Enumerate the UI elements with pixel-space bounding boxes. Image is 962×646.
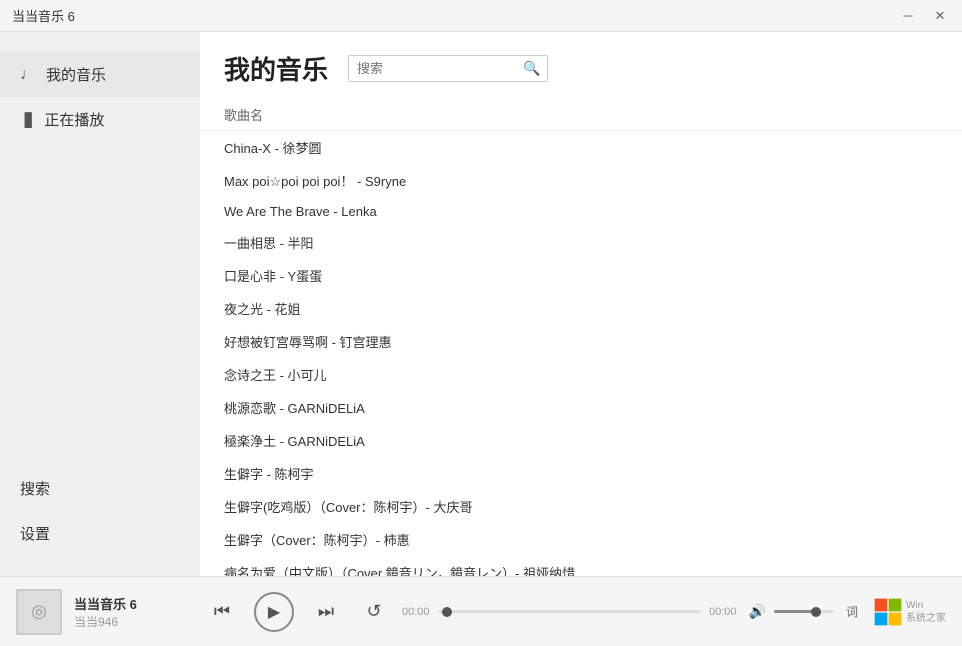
sidebar-item-label-my-music: 我的音乐 (46, 64, 106, 85)
page-title: 我的音乐 (224, 50, 328, 87)
list-item[interactable]: 生僻字(吃鸡版）（Cover：陈柯宇）- 大庆哥 (200, 490, 962, 523)
content-header: 我的音乐 🔍 (200, 32, 962, 99)
list-item[interactable]: 夜之光 - 花姐 (200, 292, 962, 325)
title-bar: 当当音乐 6 ─ ✕ (0, 0, 962, 32)
main-container: ♩ 我的音乐 ▐▌ 正在播放 搜索 设置 我的音乐 🔍 歌曲名 (0, 32, 962, 576)
progress-area: 00:00 00:00 (402, 606, 737, 618)
list-item[interactable]: Max poi☆poi poi poi！ - S9ryne (200, 164, 962, 197)
sidebar-item-label-settings: 设置 (20, 523, 50, 544)
player-controls: ⏮ ▶ ⏭ ↺ (206, 592, 390, 632)
volume-dot[interactable] (811, 607, 821, 617)
list-item[interactable]: 病名为爱（中文版）（Cover 鏡音リン，鏡音レン）- 祖娅纳惜 (200, 556, 962, 576)
windows-watermark: Win 系统之家 (874, 598, 946, 626)
list-item[interactable]: 生僻字（Cover：陈柯宇）- 柿惠 (200, 523, 962, 556)
list-item[interactable]: 桃源恋歌 - GARNiDELiA (200, 391, 962, 424)
next-button[interactable]: ⏭ (310, 596, 342, 628)
sidebar: ♩ 我的音乐 ▐▌ 正在播放 搜索 设置 (0, 32, 200, 576)
search-input[interactable] (357, 61, 517, 76)
player-subtitle: 当当946 (74, 613, 194, 630)
sidebar-item-label-now-playing: 正在播放 (44, 109, 104, 130)
content-area: 我的音乐 🔍 歌曲名 China-X - 徐梦圆Max poi☆poi poi … (200, 32, 962, 576)
column-header: 歌曲名 (200, 99, 962, 131)
list-item[interactable]: 生僻字 - 陈柯宇 (200, 457, 962, 490)
progress-dot[interactable] (442, 607, 452, 617)
player-bar: ◎ 当当音乐 6 当当946 ⏮ ▶ ⏭ ↺ 00:00 00:00 🔊 词 (0, 576, 962, 646)
sidebar-item-label-search: 搜索 (20, 478, 50, 499)
volume-icon: 🔊 (749, 603, 766, 620)
sidebar-item-now-playing[interactable]: ▐▌ 正在播放 (0, 97, 200, 142)
sidebar-item-my-music[interactable]: ♩ 我的音乐 (0, 52, 200, 97)
list-item[interactable]: 一曲相思 - 半阳 (200, 226, 962, 259)
lyric-button[interactable]: 词 (842, 601, 862, 622)
windows-logo-icon (874, 598, 902, 626)
list-item[interactable]: 好想被钉宫辱骂啊 - 钉宫理惠 (200, 325, 962, 358)
window-controls: ─ ✕ (894, 5, 954, 27)
playing-icon: ▐▌ (20, 112, 34, 127)
list-item[interactable]: 口是心非 - Y蛋蛋 (200, 259, 962, 292)
windows-text: Win 系统之家 (906, 599, 946, 625)
app-title: 当当音乐 6 (12, 6, 75, 25)
prev-button[interactable]: ⏮ (206, 596, 238, 628)
sidebar-item-search[interactable]: 搜索 (0, 466, 200, 511)
song-list[interactable]: China-X - 徐梦圆Max poi☆poi poi poi！ - S9ry… (200, 131, 962, 576)
player-info: 当当音乐 6 当当946 (74, 594, 194, 630)
progress-track[interactable] (438, 610, 701, 613)
play-button[interactable]: ▶ (254, 592, 294, 632)
windows-line2: 系统之家 (906, 612, 946, 625)
volume-fill (774, 610, 816, 613)
list-item[interactable]: We Are The Brave - Lenka (200, 197, 962, 226)
close-button[interactable]: ✕ (926, 5, 954, 27)
search-box[interactable]: 🔍 (348, 55, 548, 82)
time-start: 00:00 (402, 606, 430, 618)
time-end: 00:00 (709, 606, 737, 618)
volume-track[interactable] (774, 610, 834, 613)
album-art: ◎ (16, 589, 62, 635)
album-art-icon: ◎ (31, 601, 47, 622)
player-app-name: 当当音乐 6 (74, 594, 194, 613)
list-item[interactable]: China-X - 徐梦圆 (200, 131, 962, 164)
repeat-button[interactable]: ↺ (358, 596, 390, 628)
search-icon: 🔍 (523, 60, 540, 77)
list-item[interactable]: 極楽浄土 - GARNiDELiA (200, 424, 962, 457)
sidebar-item-settings[interactable]: 设置 (0, 511, 200, 556)
windows-line1: Win (906, 599, 946, 612)
sidebar-bottom: 搜索 设置 (0, 446, 200, 556)
minimize-button[interactable]: ─ (894, 5, 922, 27)
music-icon: ♩ (20, 66, 36, 84)
column-header-label: 歌曲名 (224, 108, 263, 123)
list-item[interactable]: 念诗之王 - 小可儿 (200, 358, 962, 391)
player-right: 🔊 词 (749, 601, 862, 622)
